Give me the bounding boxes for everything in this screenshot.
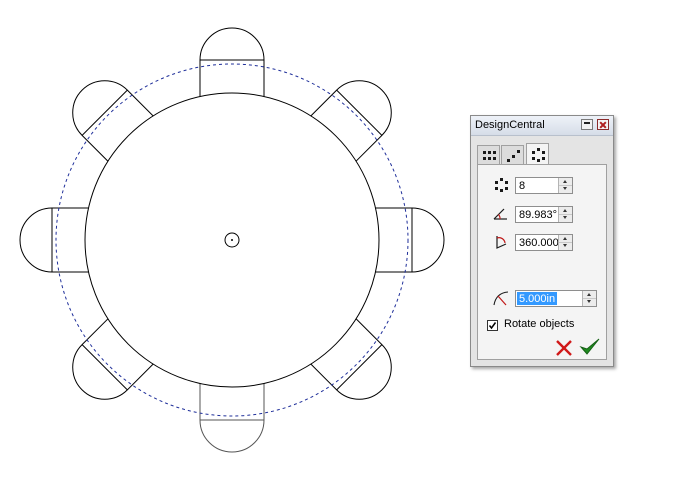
- radius-input[interactable]: [517, 292, 557, 305]
- path-array-icon: [507, 150, 520, 162]
- ok-button[interactable]: [579, 336, 601, 358]
- angle-input[interactable]: [517, 208, 559, 221]
- tab-path-array[interactable]: [501, 145, 524, 164]
- count-up-arrow[interactable]: [559, 178, 572, 186]
- minimize-button[interactable]: [581, 119, 593, 130]
- grid-array-icon: [483, 151, 496, 160]
- fill-angle-icon: [496, 236, 507, 249]
- tab-grid-array[interactable]: [477, 145, 500, 164]
- chair[interactable]: [373, 207, 445, 273]
- angle-down-arrow[interactable]: [559, 215, 572, 222]
- polar-array-icon: [532, 148, 545, 162]
- tab-polar-array[interactable]: [526, 143, 549, 165]
- polar-array-panel: Rotate objects: [477, 164, 607, 360]
- angle-up-arrow[interactable]: [559, 207, 572, 215]
- close-button[interactable]: [597, 119, 609, 130]
- chair[interactable]: [199, 27, 265, 99]
- dialog-titlebar[interactable]: DesignCentral: [471, 116, 613, 136]
- chair[interactable]: [199, 381, 265, 453]
- dialog-title: DesignCentral: [475, 119, 545, 131]
- count-spinner[interactable]: [515, 177, 573, 194]
- item-count-icon: [495, 178, 508, 192]
- radius-up-arrow[interactable]: [583, 291, 596, 299]
- center-dot: [231, 239, 233, 241]
- radius-spinner[interactable]: [515, 290, 597, 307]
- cancel-button[interactable]: [554, 338, 574, 358]
- radius-down-arrow[interactable]: [583, 299, 596, 306]
- check-mark-icon: [488, 322, 497, 330]
- fill-angle-input[interactable]: [517, 236, 559, 249]
- chair[interactable]: [19, 207, 91, 273]
- count-input[interactable]: [517, 179, 559, 192]
- angle-between-icon: [493, 208, 507, 220]
- fill-angle-spinner[interactable]: [515, 234, 573, 251]
- red-x-icon: [556, 340, 572, 356]
- design-central-dialog: DesignCentral 8 89.983° 360.000 5.000in …: [470, 115, 614, 367]
- green-check-icon: [579, 338, 600, 355]
- count-down-arrow[interactable]: [559, 186, 572, 193]
- fill-angle-down-arrow[interactable]: [559, 243, 572, 250]
- rotate-objects-label: Rotate objects: [504, 318, 575, 330]
- angle-spinner[interactable]: [515, 206, 573, 223]
- radius-icon: [493, 291, 508, 306]
- rotate-objects-checkbox[interactable]: [487, 320, 498, 331]
- fill-angle-up-arrow[interactable]: [559, 235, 572, 243]
